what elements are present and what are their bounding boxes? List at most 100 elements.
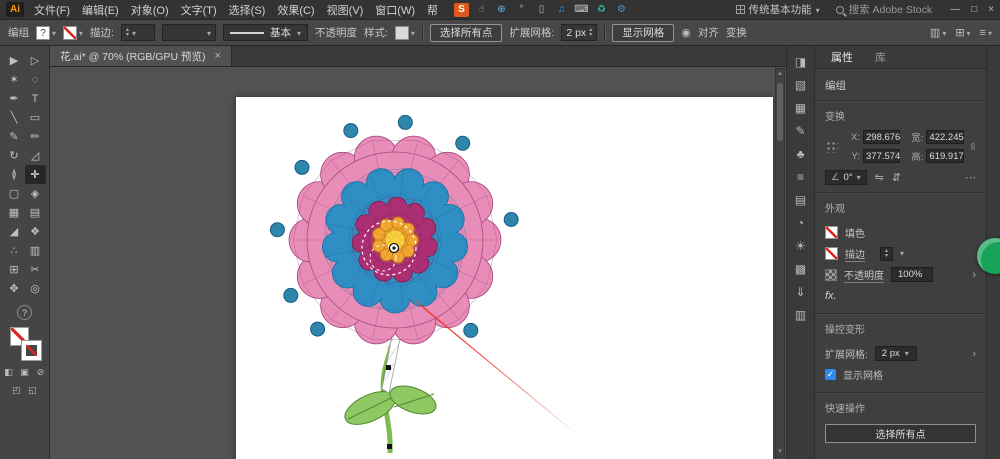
menu-item[interactable]: 文件(F) (28, 2, 76, 18)
pencil-tool[interactable]: ✏ (25, 127, 46, 146)
artboard-tool[interactable]: ⊞ (4, 260, 25, 279)
fill-color-swatch[interactable] (825, 226, 838, 239)
constrain-proportions-icon[interactable] (969, 141, 976, 152)
opacity-value[interactable]: 100% (891, 267, 933, 282)
mesh-tool[interactable]: ▦ (4, 203, 25, 222)
gradient-mode-icon[interactable]: ▣ (19, 367, 30, 378)
x-field[interactable]: 298.676 (863, 130, 901, 144)
transform-panel-icon[interactable]: ⊞ (955, 26, 970, 39)
expand-mesh-chevron-icon[interactable] (972, 348, 976, 360)
rotate-tool[interactable]: ↻ (4, 146, 25, 165)
stroke-weight-stepper-panel[interactable] (880, 246, 894, 261)
tab-libraries[interactable]: 库 (875, 49, 886, 65)
sync-icon[interactable]: ◉ (681, 26, 691, 39)
flip-horizontal-icon[interactable] (875, 171, 884, 184)
hand-tool[interactable]: ✥ (4, 279, 25, 298)
layers-panel-icon[interactable]: ▥ (795, 309, 806, 322)
menu-item[interactable]: 对象(O) (125, 2, 175, 18)
screen-mode-icon[interactable]: ◱ (27, 385, 38, 396)
align-label[interactable]: 对齐 (698, 25, 719, 40)
share-icon[interactable]: ♻ (594, 3, 609, 17)
opacity-link[interactable]: 不透明度 (844, 267, 884, 283)
transparency-panel-icon[interactable]: ◔ (797, 217, 804, 230)
canvas[interactable] (50, 67, 786, 459)
style-select[interactable] (394, 25, 415, 40)
stroke-color-control[interactable] (63, 25, 83, 40)
rectangle-tool[interactable]: ▭ (25, 108, 46, 127)
restore-icon[interactable]: □ (971, 4, 977, 15)
selection-tool[interactable]: ▶ (4, 51, 25, 70)
select-all-points-button[interactable]: 选择所有点 (429, 23, 503, 42)
stock-badge-icon[interactable]: S (454, 2, 469, 17)
brush-definition-select[interactable]: 基本 (222, 24, 308, 41)
none-mode-icon[interactable]: ⊘ (35, 367, 46, 378)
document-tab[interactable]: 花.ai* @ 70% (RGB/GPU 预览) × (50, 46, 232, 66)
color-guide-panel-icon[interactable]: ▧ (795, 79, 806, 92)
menu-item[interactable]: 窗口(W) (369, 2, 421, 18)
stepper-arrows-icon[interactable] (885, 249, 888, 259)
graphic-styles-panel-icon[interactable]: ▩ (795, 263, 806, 276)
brushes-panel-icon[interactable]: ✎ (795, 125, 805, 138)
menu-item[interactable]: 文字(T) (175, 2, 223, 18)
show-mesh-checkbox[interactable] (825, 369, 836, 380)
gradient-tool[interactable]: ▤ (25, 203, 46, 222)
wrench-icon[interactable]: ⚙ (614, 3, 629, 17)
stepper-arrows-icon[interactable] (589, 28, 592, 38)
menu-item[interactable]: 视图(V) (321, 2, 370, 18)
app-logo[interactable]: Ai (6, 2, 24, 17)
tab-properties[interactable]: 属性 (831, 49, 853, 65)
stroke-color-swatch[interactable] (825, 247, 838, 260)
show-mesh-button[interactable]: 显示网格 (612, 23, 675, 42)
menu-item[interactable]: 编辑(E) (76, 2, 125, 18)
expand-mesh-stepper[interactable]: 2 px (561, 24, 598, 41)
eyedropper-tool[interactable]: ◢ (4, 222, 25, 241)
artboard[interactable] (236, 97, 773, 459)
paintbrush-tool[interactable]: ✎ (4, 127, 25, 146)
stepper-arrows-icon[interactable] (126, 28, 129, 38)
symbol-sprayer-tool[interactable]: ∴ (4, 241, 25, 260)
stock-search[interactable]: 搜索 Adobe Stock (835, 2, 932, 17)
touch-icon[interactable]: ☝ (474, 3, 489, 17)
scale-tool[interactable]: ◿ (25, 146, 46, 165)
zoom-icon[interactable]: ⊕ (494, 3, 509, 17)
align-panel-icon[interactable]: ▥ (930, 26, 946, 39)
column-graph-tool[interactable]: ▥ (25, 241, 46, 260)
free-transform-tool[interactable]: ▢ (4, 184, 25, 203)
opacity-label[interactable]: 不透明度 (315, 25, 357, 40)
color-panel-icon[interactable]: ◨ (795, 56, 806, 69)
degree-icon[interactable]: ° (514, 3, 529, 17)
symbols-panel-icon[interactable]: ♣ (797, 148, 805, 161)
menu-item[interactable]: 效果(C) (271, 2, 320, 18)
lasso-tool[interactable]: ◌ (25, 70, 46, 89)
puppet-warp-tool[interactable]: ✛ (24, 165, 46, 184)
minimize-icon[interactable]: — (950, 4, 960, 15)
type-tool[interactable]: T (25, 89, 46, 108)
tab-close-icon[interactable]: × (214, 50, 220, 62)
rotation-angle-select[interactable]: 0° (825, 170, 867, 185)
scrollbar-thumb[interactable] (777, 83, 783, 141)
more-options-icon[interactable] (965, 171, 976, 184)
draw-mode-icon[interactable]: ◰ (11, 385, 22, 396)
width-field[interactable]: 422.245 (926, 130, 964, 144)
appearance-panel-icon[interactable]: ☀ (795, 240, 806, 253)
width-tool[interactable]: ≬ (4, 165, 25, 184)
width-profile-select[interactable] (161, 24, 216, 41)
height-field[interactable]: 619.917 (926, 149, 964, 163)
fill-stroke-swatches[interactable] (8, 327, 42, 361)
flower-artwork[interactable] (236, 97, 773, 459)
pen-tool[interactable]: ✒ (4, 89, 25, 108)
asset-export-panel-icon[interactable]: ⇓ (795, 286, 805, 299)
zoom-tool[interactable]: ◎ (25, 279, 46, 298)
fill-color-mode-icon[interactable]: ◧ (3, 367, 14, 378)
stroke-swatch[interactable] (20, 340, 42, 361)
shape-builder-tool[interactable]: ◈ (25, 184, 46, 203)
stroke-link[interactable]: 描边 (845, 246, 865, 262)
y-field[interactable]: 377.574 (863, 149, 901, 163)
keyboard-icon[interactable]: ⌨ (574, 3, 589, 17)
vertical-scrollbar[interactable] (775, 68, 785, 458)
workspace-switcher[interactable]: 传统基本功能 (735, 2, 820, 17)
opacity-chevron-icon[interactable] (972, 269, 976, 281)
close-icon[interactable]: × (988, 4, 994, 15)
direct-selection-tool[interactable]: ▷ (25, 51, 46, 70)
swatches-panel-icon[interactable]: ▦ (795, 102, 806, 115)
